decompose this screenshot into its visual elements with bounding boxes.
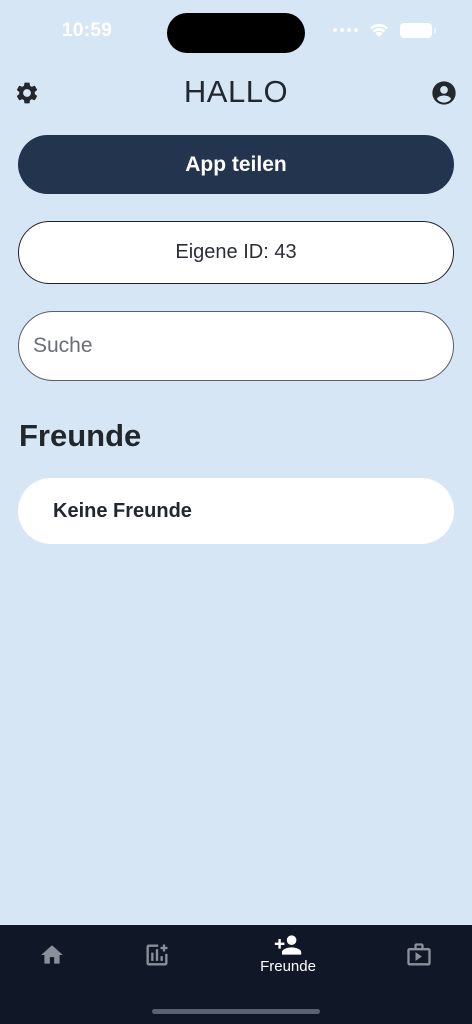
- status-indicators: [333, 22, 436, 38]
- home-indicator: [152, 1009, 320, 1014]
- own-id-display[interactable]: Eigene ID: 43: [18, 221, 454, 284]
- friends-empty-card: Keine Freunde: [18, 478, 454, 544]
- nav-label-friends: Freunde: [260, 958, 316, 975]
- account-circle-icon: [432, 81, 456, 105]
- friends-section-title: Freunde: [19, 418, 142, 453]
- wifi-icon: [370, 23, 388, 37]
- share-app-button[interactable]: App teilen: [18, 135, 454, 194]
- nav-item-stats[interactable]: [143, 941, 171, 1011]
- search-input[interactable]: [18, 311, 454, 381]
- status-time: 10:59: [62, 20, 113, 41]
- nav-item-media[interactable]: [405, 941, 433, 1011]
- header: HALLO: [0, 70, 472, 116]
- profile-button[interactable]: [430, 79, 458, 107]
- dynamic-island: [167, 13, 305, 53]
- signal-icon: [333, 28, 358, 32]
- chart-add-icon: [146, 944, 168, 966]
- nav-item-friends[interactable]: Freunde: [250, 933, 326, 1003]
- media-library-icon: [407, 943, 431, 966]
- battery-icon: [400, 22, 436, 38]
- nav-item-home[interactable]: [38, 942, 66, 1012]
- home-icon: [41, 945, 63, 964]
- status-bar: 10:59: [0, 0, 472, 64]
- person-add-icon: [274, 935, 302, 955]
- page-title: HALLO: [183, 74, 289, 109]
- friends-empty-text: Keine Freunde: [53, 499, 192, 522]
